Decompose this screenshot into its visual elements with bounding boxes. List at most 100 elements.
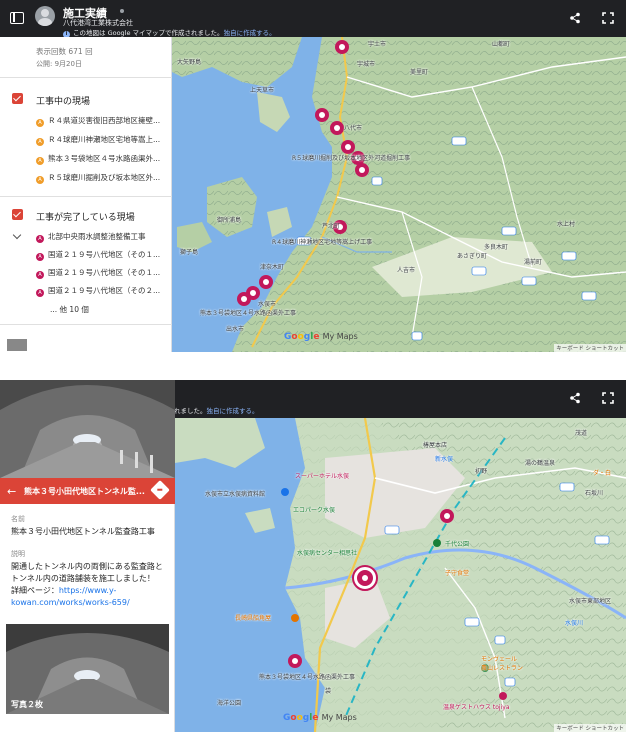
list-item[interactable]: A 熊本３号袋地区４号水路函渠外...: [36, 153, 166, 167]
map-marker[interactable]: [237, 292, 251, 306]
map-label: 千代公園: [445, 541, 470, 548]
map-label: 津奈木町: [260, 264, 285, 271]
share-icon[interactable]: [569, 392, 581, 404]
legend-panel: 表示回数 671 回 公開: 9月20日 工事中の現場 A Ｒ４県道災害復旧西部地…: [0, 37, 172, 352]
back-arrow-icon[interactable]: ←: [7, 485, 16, 498]
fullscreen-icon[interactable]: [602, 392, 614, 404]
map-marker[interactable]: [259, 275, 273, 289]
map-marker[interactable]: [355, 163, 369, 177]
directions-icon[interactable]: [150, 480, 170, 500]
list-item[interactable]: A 国道２１９号八代地区（その２...: [36, 285, 166, 299]
map-view-overview: 施工実績 八代港湾工業株式会社 i この地図は Google マイマップで作成され…: [0, 0, 626, 352]
map-label: 熊本３号袋地区４号水路函渠外工事: [200, 310, 297, 317]
keyboard-shortcuts-link[interactable]: キーボード ショートカット: [554, 724, 626, 732]
map-label: 海洋公園: [217, 700, 242, 707]
map-label: 水俣市: [258, 301, 277, 308]
map-label: 椿屋本店: [423, 442, 448, 449]
list-item[interactable]: A 国道２１９号八代地区（その１...: [36, 267, 166, 281]
pin-icon: A: [36, 235, 44, 243]
pin-icon: A: [36, 119, 44, 127]
list-item[interactable]: A 国道２１９号八代地区（その１...: [36, 249, 166, 263]
share-icon[interactable]: [569, 12, 581, 24]
map-header: れました。独自に作成する。: [172, 380, 626, 418]
name-label: 名前: [11, 515, 25, 523]
map-label: 温泉ゲストハウス tojiya: [443, 704, 510, 711]
map-label: 初野: [475, 468, 488, 475]
pin-icon: A: [36, 271, 44, 279]
pin-icon: A: [36, 289, 44, 297]
detail-url-link[interactable]: https://www.y-: [59, 586, 117, 595]
map-label: 水俣市東部地区: [569, 598, 612, 605]
photo-count: 写真２枚: [11, 700, 43, 709]
description-value: 開通したトンネル内の両側にある監査路と トンネル内の道路舗装を施工しました！ 詳…: [11, 561, 171, 609]
map-label: 芦北町: [322, 223, 341, 230]
map-marker[interactable]: [330, 121, 344, 135]
tunnel-photo[interactable]: [0, 380, 175, 478]
keyboard-shortcuts-link[interactable]: キーボード ショートカット: [554, 344, 626, 352]
map-label: 新水俣: [435, 456, 454, 463]
map-marker[interactable]: [341, 140, 355, 154]
map-marker[interactable]: [335, 40, 349, 54]
fullscreen-icon[interactable]: [602, 12, 614, 24]
create-own-link[interactable]: 独自に作成する。: [207, 407, 259, 415]
panel-toggle-icon[interactable]: [10, 12, 24, 24]
map-marker[interactable]: [315, 108, 329, 122]
map-label: 水俣市立水俣病資料館: [205, 491, 266, 498]
map-label: 子守食堂: [445, 570, 470, 577]
map-label: 御所浦島: [217, 217, 242, 224]
divider: [0, 77, 172, 78]
map-marker-selected[interactable]: [352, 565, 378, 591]
google-logo: Google My Maps: [284, 332, 358, 342]
map-label: 上天草市: [250, 87, 275, 94]
mymaps-notice: れました。独自に作成する。: [174, 405, 259, 415]
layer-title-ongoing: 工事中の現場: [36, 97, 91, 107]
avatar: [35, 6, 55, 26]
more-dot-icon[interactable]: [120, 9, 124, 13]
pin-icon: A: [36, 176, 44, 184]
map-label: 大矢野島: [177, 59, 202, 66]
create-own-link[interactable]: 独自に作成する。: [224, 29, 276, 37]
description-label: 説明: [11, 550, 25, 558]
photo-gallery[interactable]: 写真２枚: [6, 624, 169, 714]
map-label: R４球磨川神瀬地区宅地等嵩上げ工事: [272, 239, 373, 246]
divider: [0, 196, 172, 197]
publish-date: 公開: 9月20日: [36, 60, 82, 68]
map-label: 多良木町: [484, 244, 509, 251]
map-label: 美里町: [410, 69, 429, 76]
map-label: 人吉市: [397, 267, 416, 274]
more-items-link[interactable]: ... 他 10 個: [50, 304, 89, 315]
map-canvas[interactable]: スーパーホテル水俣 水俣市立水俣病資料館 エコパーク水俣 水俣病センター相思社 …: [175, 418, 626, 732]
feature-details: 名前 熊本３号小田代地区トンネル監査路工事 説明 開通したトンネル内の両側にある…: [0, 504, 175, 732]
thumbnail-image[interactable]: [7, 339, 27, 351]
divider: [0, 324, 172, 325]
map-label: 石坂川: [585, 490, 604, 497]
detail-url-link[interactable]: kowan.com/works/works-659/: [11, 597, 171, 609]
map-label: エコパーク水俣: [293, 507, 336, 514]
map-label: 水上村: [557, 221, 576, 228]
list-item[interactable]: A Ｒ４球磨川神瀬地区宅地等嵩上...: [36, 134, 166, 148]
terrain-map: [172, 37, 626, 352]
list-item[interactable]: A Ｒ４県道災害復旧西部地区擁壁...: [36, 115, 166, 129]
google-logo: Google My Maps: [283, 713, 357, 723]
map-label: 水俣病センター相思社: [297, 550, 358, 557]
gap: [0, 352, 626, 380]
terrain-map: [175, 418, 626, 732]
map-marker[interactable]: [440, 509, 454, 523]
map-label: 湯前町: [524, 259, 543, 266]
notice-text: この地図は Google マイマップで作成されました。: [73, 29, 224, 37]
map-label: スーパーホテル水俣: [295, 473, 349, 480]
notice-text: れました。: [174, 407, 207, 415]
chevron-down-icon[interactable]: [12, 230, 22, 240]
layer-checkbox-completed[interactable]: [12, 209, 23, 220]
map-label: 八代市: [344, 125, 363, 132]
list-item[interactable]: A 北部中央雨水調整池整備工事: [36, 231, 166, 245]
map-label: 長崎県船角屋: [235, 615, 272, 622]
map-canvas[interactable]: R５球磨川掘削及び坂本地区外河道掘削工事 R４球磨川神瀬地区宅地等嵩上げ工事 熊…: [172, 37, 626, 352]
map-label: 袋: [325, 688, 332, 695]
map-marker[interactable]: [288, 654, 302, 668]
pin-icon: A: [36, 157, 44, 165]
list-item[interactable]: A Ｒ５球磨川掘削及び坂本地区外...: [36, 172, 166, 186]
map-label: 熊本３号袋地区４号水路函渠外工事: [259, 674, 356, 681]
map-label: 宇土市: [368, 41, 387, 48]
layer-checkbox-ongoing[interactable]: [12, 93, 23, 104]
